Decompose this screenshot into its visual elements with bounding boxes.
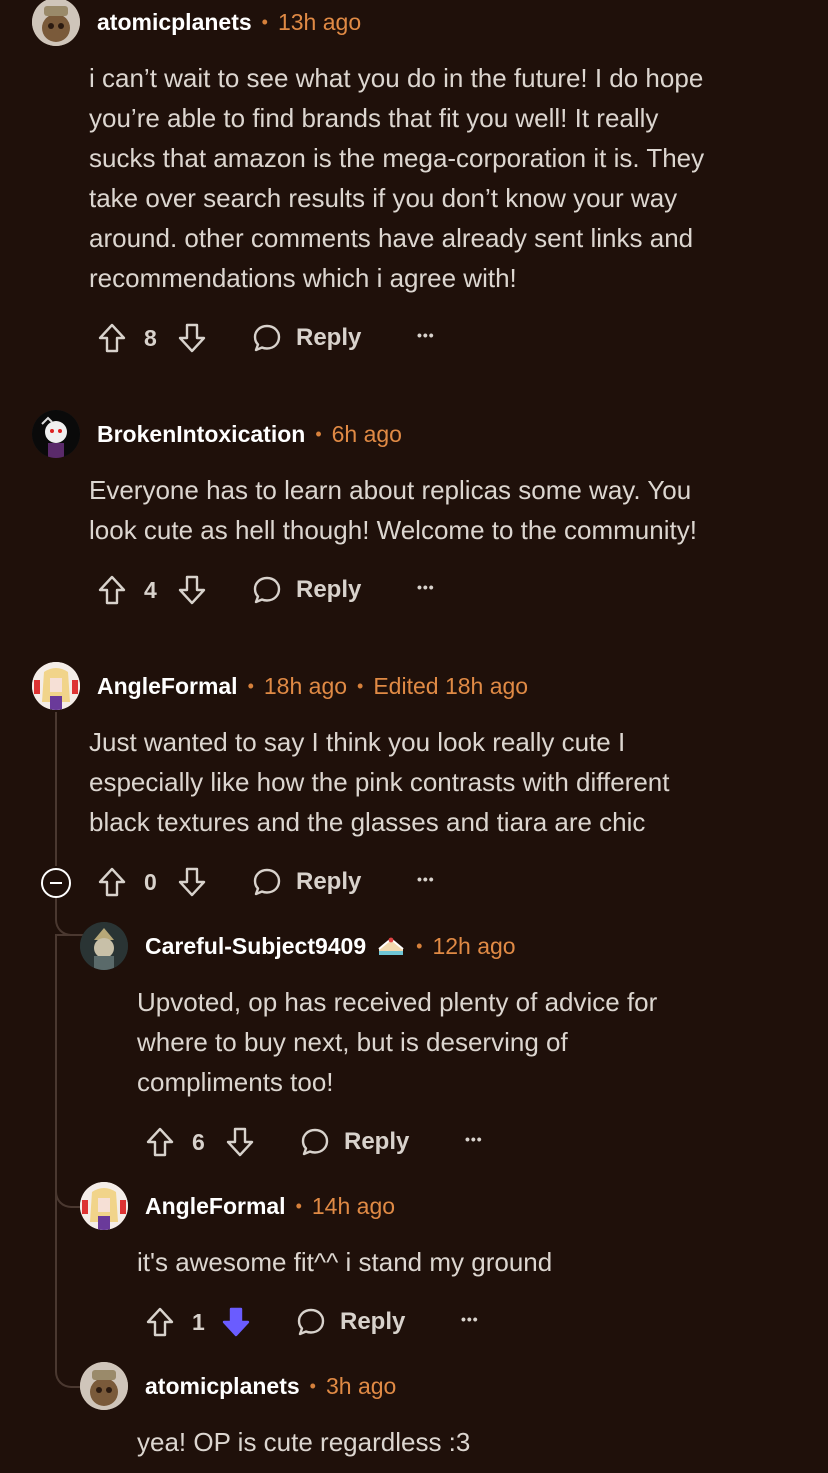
reply-button[interactable]: Reply xyxy=(296,1302,405,1342)
separator-dot: • xyxy=(261,11,268,32)
timestamp: 14h ago xyxy=(311,1192,396,1219)
comment-meta: atomicplanets • 3h ago xyxy=(145,1371,396,1401)
username[interactable]: BrokenIntoxication xyxy=(97,421,305,448)
vote-count: 4 xyxy=(144,577,157,603)
separator-dot: • xyxy=(357,675,364,696)
comment-body: it's awesome fit^^ i stand my ground xyxy=(137,1247,553,1277)
reply-button[interactable]: Reply xyxy=(300,1122,409,1162)
timestamp: 3h ago xyxy=(325,1372,397,1399)
timestamp: 18h ago xyxy=(263,672,348,699)
comment-actions: 1 Reply ••• xyxy=(143,1302,543,1342)
more-options-icon[interactable]: ••• xyxy=(417,318,435,358)
timestamp: 12h ago xyxy=(432,932,516,959)
separator-dot: • xyxy=(315,423,322,444)
comment-bubble-icon xyxy=(253,868,281,896)
upvote-icon[interactable] xyxy=(95,318,129,358)
comment-body: Just wanted to say I think you look real… xyxy=(89,727,670,837)
upvote-icon[interactable] xyxy=(143,1122,177,1162)
more-options-icon[interactable]: ••• xyxy=(417,862,435,902)
downvote-icon[interactable] xyxy=(223,1122,257,1162)
cake-icon xyxy=(376,935,406,957)
more-options-icon[interactable]: ••• xyxy=(461,1302,479,1342)
vote-count: 8 xyxy=(144,325,157,351)
avatar[interactable] xyxy=(32,410,80,458)
comment-actions: 4 Reply ••• xyxy=(95,570,495,610)
thread-branch xyxy=(55,898,83,936)
comment-actions: 6 Reply ••• xyxy=(143,1122,543,1162)
more-options-icon[interactable]: ••• xyxy=(465,1122,483,1162)
avatar[interactable] xyxy=(80,1362,128,1410)
downvote-active-icon[interactable] xyxy=(219,1302,253,1342)
timestamp: 6h ago xyxy=(331,420,402,447)
collapse-thread-icon[interactable] xyxy=(41,868,71,898)
vote-count: 1 xyxy=(192,1309,205,1335)
downvote-icon[interactable] xyxy=(175,318,209,358)
username[interactable]: AngleFormal xyxy=(145,1193,286,1220)
comment-bubble-icon xyxy=(297,1308,325,1336)
comment-bubble-icon xyxy=(253,576,281,604)
comment-meta: AngleFormal • 14h ago xyxy=(145,1191,395,1221)
comment-meta: atomicplanets • 13h ago xyxy=(97,7,361,37)
separator-dot: • xyxy=(416,935,423,956)
thread-branch xyxy=(55,934,81,936)
thread-line xyxy=(55,712,57,866)
comment-body: yea! OP is cute regardless :3 xyxy=(137,1427,471,1457)
comment-actions: 8 Reply ••• xyxy=(95,318,495,358)
username[interactable]: atomicplanets xyxy=(145,1373,300,1400)
comment-body: Everyone has to learn about replicas som… xyxy=(89,475,697,545)
username[interactable]: atomicplanets xyxy=(97,9,252,36)
vote-count: 6 xyxy=(192,1129,205,1155)
avatar[interactable] xyxy=(80,922,128,970)
more-options-icon[interactable]: ••• xyxy=(417,570,435,610)
upvote-icon[interactable] xyxy=(95,862,129,902)
reply-button[interactable]: Reply xyxy=(252,318,361,358)
avatar[interactable] xyxy=(32,0,80,46)
downvote-icon[interactable] xyxy=(175,862,209,902)
timestamp: 13h ago xyxy=(277,8,362,35)
username[interactable]: Careful-Subject9409 xyxy=(145,933,366,960)
comment-body: Upvoted, op has received plenty of advic… xyxy=(137,987,658,1097)
thread-branch xyxy=(55,1340,83,1388)
separator-dot: • xyxy=(247,675,254,696)
avatar[interactable] xyxy=(32,662,80,710)
thread-branch xyxy=(55,1160,83,1208)
upvote-icon[interactable] xyxy=(95,570,129,610)
comment-bubble-icon xyxy=(253,324,281,352)
reply-button[interactable]: Reply xyxy=(252,570,361,610)
upvote-icon[interactable] xyxy=(143,1302,177,1342)
comment-meta: Careful-Subject9409 • 12h ago xyxy=(145,931,516,961)
downvote-icon[interactable] xyxy=(175,570,209,610)
avatar[interactable] xyxy=(80,1182,128,1230)
comment-meta: BrokenIntoxication • 6h ago xyxy=(97,419,402,449)
edited-label: Edited 18h ago xyxy=(373,672,529,699)
comment-actions: 0 Reply ••• xyxy=(95,862,495,902)
reply-button[interactable]: Reply xyxy=(252,862,361,902)
vote-count: 0 xyxy=(144,869,157,895)
comment-bubble-icon xyxy=(301,1128,329,1156)
comment-meta: AngleFormal • 18h ago • Edited 18h ago xyxy=(97,671,528,701)
comment-body: i can’t wait to see what you do in the f… xyxy=(89,63,705,293)
separator-dot: • xyxy=(309,1375,316,1396)
username[interactable]: AngleFormal xyxy=(97,673,238,700)
separator-dot: • xyxy=(295,1195,302,1216)
